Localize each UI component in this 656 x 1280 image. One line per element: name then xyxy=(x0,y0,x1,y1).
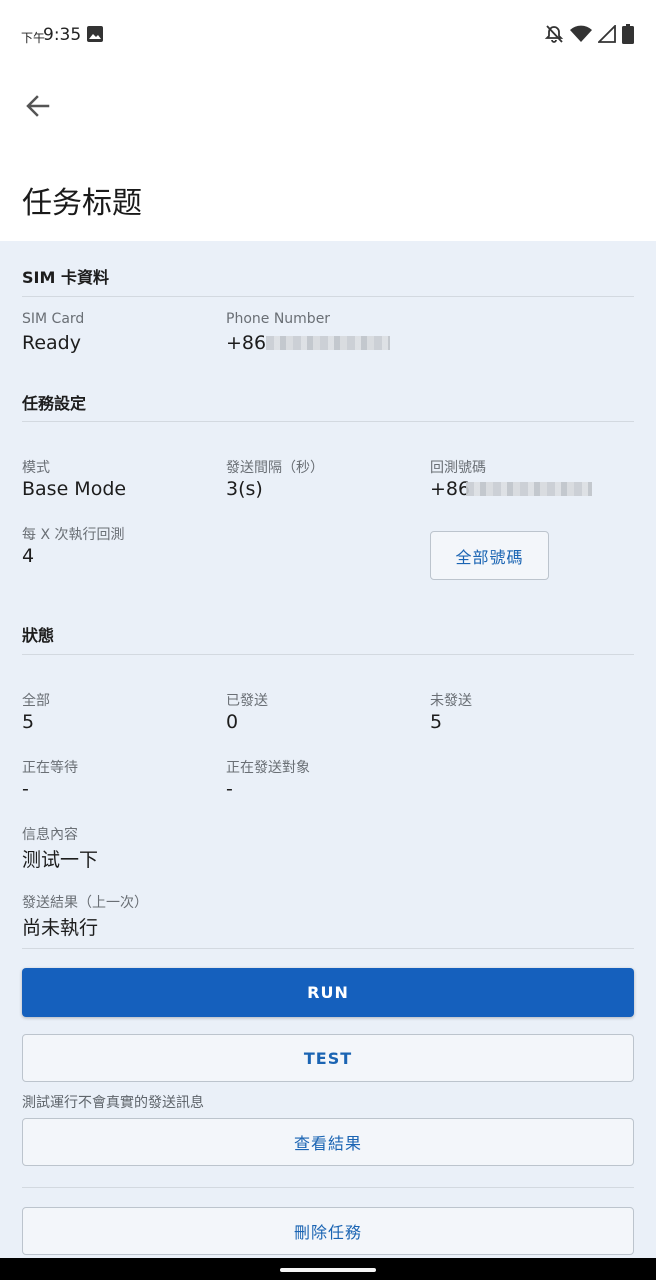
message-content-label: 信息內容 xyxy=(22,827,78,843)
last-result-label: 發送結果（上一次） xyxy=(22,895,148,911)
interval-value: 3(s) xyxy=(226,478,263,500)
sending-target-label: 正在發送對象 xyxy=(226,760,310,776)
all-numbers-button[interactable]: 全部號碼 xyxy=(430,531,549,580)
total-value: 5 xyxy=(22,711,35,733)
redacted-phone xyxy=(266,336,390,350)
view-results-button[interactable]: 查看結果 xyxy=(22,1118,634,1166)
delete-task-button[interactable]: 刪除任務 xyxy=(22,1207,634,1255)
message-content-value: 测试一下 xyxy=(22,849,99,871)
sim-card-value: Ready xyxy=(22,332,81,354)
phone-number-label: Phone Number xyxy=(226,311,331,327)
sent-label: 已發送 xyxy=(226,693,268,709)
callback-number-label: 回測號碼 xyxy=(430,460,486,476)
image-icon xyxy=(87,26,103,42)
sim-section-title: SIM 卡資料 xyxy=(22,268,109,287)
sim-card-label: SIM Card xyxy=(22,311,85,327)
last-result-value: 尚未執行 xyxy=(22,917,99,939)
divider xyxy=(22,654,634,655)
total-label: 全部 xyxy=(22,693,50,709)
back-arrow-icon xyxy=(26,95,50,117)
waiting-value: - xyxy=(22,778,29,800)
system-icons xyxy=(544,23,634,45)
phone-number-value: +86 xyxy=(226,332,267,354)
signal-icon xyxy=(598,25,616,43)
divider xyxy=(22,1187,634,1188)
home-gesture-handle[interactable] xyxy=(280,1268,376,1272)
waiting-label: 正在等待 xyxy=(22,760,78,776)
time-prefix: 下午 xyxy=(21,31,46,45)
battery-icon xyxy=(622,24,634,44)
mode-value: Base Mode xyxy=(22,478,127,500)
bell-off-icon xyxy=(544,25,564,43)
wifi-icon xyxy=(570,25,592,42)
divider xyxy=(22,948,634,949)
test-button[interactable]: TEST xyxy=(22,1034,634,1082)
sent-value: 0 xyxy=(226,711,239,733)
unsent-value: 5 xyxy=(430,711,443,733)
page-title: 任务标题 xyxy=(22,186,142,221)
redacted-callback-number xyxy=(466,482,592,496)
divider xyxy=(22,421,634,422)
mode-label: 模式 xyxy=(22,460,50,476)
divider xyxy=(22,296,634,297)
every-x-label: 每 X 次執行回測 xyxy=(22,527,125,543)
clock: 9:35 xyxy=(43,25,82,45)
unsent-label: 未發送 xyxy=(430,693,472,709)
navigation-bar xyxy=(0,1258,656,1280)
back-button[interactable] xyxy=(18,86,58,126)
task-settings-title: 任務設定 xyxy=(22,394,87,413)
run-button[interactable]: RUN xyxy=(22,968,634,1017)
sending-target-value: - xyxy=(226,778,233,800)
status-section-title: 狀態 xyxy=(22,626,55,645)
test-hint-text: 測試運行不會真實的發送訊息 xyxy=(22,1095,204,1111)
callback-number-value: +86 xyxy=(430,478,471,500)
every-x-value: 4 xyxy=(22,545,35,567)
interval-label: 發送間隔（秒） xyxy=(226,460,324,476)
status-bar: 下午 9:35 xyxy=(0,0,656,70)
